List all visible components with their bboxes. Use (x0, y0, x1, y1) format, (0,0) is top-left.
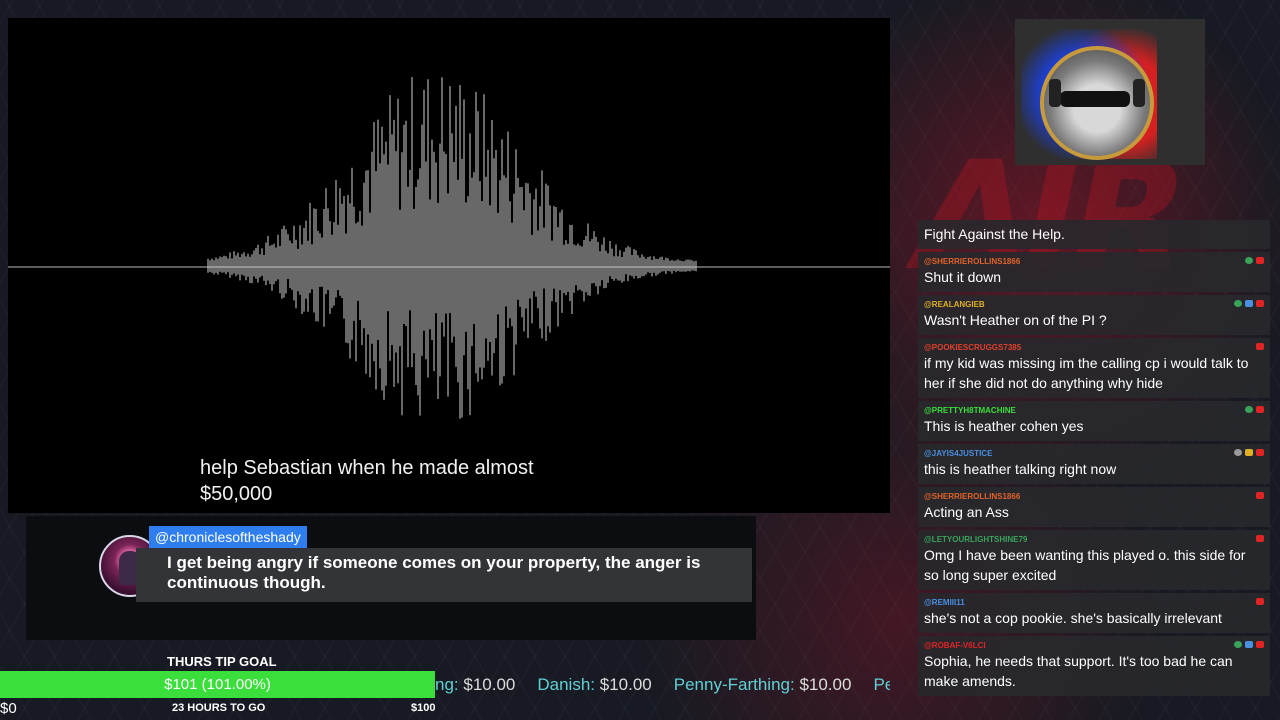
featured-chat-username: @chroniclesoftheshady (149, 526, 307, 548)
chat-text: Omg I have been wanting this played o. t… (924, 547, 1246, 583)
featured-chat-message: I get being angry if someone comes on yo… (167, 553, 701, 592)
chat-message: @PRETTYH8TMACHINE This is heather cohen y… (918, 401, 1270, 441)
chat-badges (1256, 598, 1264, 605)
youtube-icon (1256, 449, 1264, 456)
ticker-item: Penny-Farthing: $10.00 (674, 673, 852, 697)
eye-icon (1245, 257, 1253, 264)
ticker-donation-amount: $10.00 (799, 675, 852, 694)
tip-goal-time-left: 23 HOURS TO GO (172, 702, 266, 714)
ticker-item: Danish: $10.00 (537, 673, 651, 697)
youtube-icon (1256, 406, 1264, 413)
chat-text: This is heather cohen yes (924, 418, 1084, 434)
eye-icon (1234, 641, 1242, 648)
chat-message: Fight Against the Help. (918, 220, 1270, 249)
chat-username[interactable]: @JAYIS4JUSTICE (924, 448, 1264, 459)
chat-username[interactable]: @SHERRIEROLLINS1866 (924, 491, 1264, 502)
chat-text: she's not a cop pookie. she's basically … (924, 610, 1222, 626)
chat-username[interactable]: @LETYOURLIGHTSHINE79 (924, 534, 1264, 545)
chat-username[interactable]: @REMIII11 (924, 597, 1264, 608)
youtube-icon (1256, 535, 1264, 542)
chat-text: Acting an Ass (924, 504, 1009, 520)
chat-text: if my kid was missing im the calling cp … (924, 355, 1249, 391)
chat-message: @ROBAF-V6LCI Sophia, he needs that suppor… (918, 636, 1270, 696)
ticker-item: Pei (873, 673, 890, 697)
youtube-icon (1256, 492, 1264, 499)
video-panel: help Sebastian when he made almost $50,0… (8, 18, 890, 513)
featured-chat-card: @chroniclesoftheshady I get being angry … (26, 516, 756, 640)
chat-message: @JAYIS4JUSTICE this is heather talking ri… (918, 444, 1270, 484)
ticker-donor-name: Penny-Farthing: (673, 675, 795, 694)
ticker-donor-name: ng: (435, 675, 459, 694)
audio-waveform (8, 77, 890, 419)
featured-chat-message-box: I get being angry if someone comes on yo… (136, 548, 752, 602)
ticker-donation-amount: $10.00 (599, 675, 652, 694)
sunglasses-art (1060, 91, 1130, 107)
tip-goal-max: $100 (411, 702, 436, 714)
chat-message: @REMIII11 she's not a cop pookie. she's b… (918, 593, 1270, 633)
youtube-icon (1256, 641, 1264, 648)
donation-ticker: ng: $10.00 Danish: $10.00 Penny-Farthing: … (435, 673, 890, 697)
chat-username[interactable]: @SHERRIEROLLINS1866 (924, 256, 1264, 267)
chat-username[interactable]: @PRETTYH8TMACHINE (924, 405, 1264, 416)
check-icon (1234, 449, 1242, 456)
headphones-icon (1133, 79, 1145, 107)
wrench-icon (1245, 300, 1253, 307)
eye-icon (1234, 300, 1242, 307)
chat-text: Shut it down (924, 269, 1002, 285)
tip-goal-progress-bar: $101 (101.00%) (0, 671, 435, 698)
chat-username[interactable]: @REALANGIEB (924, 299, 1264, 310)
caption-line-1: help Sebastian when he made almost (200, 457, 534, 479)
youtube-icon (1256, 343, 1264, 350)
youtube-icon (1256, 598, 1264, 605)
chat-badges (1256, 492, 1264, 499)
chat-message: @LETYOURLIGHTSHINE79 Omg I have been want… (918, 530, 1270, 590)
youtube-icon (1256, 300, 1264, 307)
chat-username[interactable]: @POOKIESCRUGGS7385 (924, 342, 1264, 353)
chat-badges (1245, 406, 1264, 413)
chat-badges (1245, 257, 1264, 264)
live-chat-list: Fight Against the Help. @SHERRIEROLLINS18… (918, 220, 1270, 699)
chat-badges (1256, 535, 1264, 542)
webcam-overlay (1015, 19, 1205, 165)
wrench-icon (1245, 641, 1253, 648)
tip-goal-title: THURS TIP GOAL (167, 654, 277, 669)
youtube-icon (1256, 257, 1264, 264)
ticker-donor-name: Danish: (537, 675, 596, 694)
chat-text: this is heather talking right now (924, 461, 1117, 477)
tip-goal-min: $0 (0, 700, 17, 717)
chat-text: Sophia, he needs that support. It's too … (924, 653, 1233, 689)
chat-text: Fight Against the Help. (924, 226, 1065, 242)
ticker-donor-name: Pei (873, 675, 890, 694)
chat-badges (1234, 300, 1264, 307)
chat-message: @REALANGIEB Wasn't Heather on of the PI ? (918, 295, 1270, 335)
chat-badges (1256, 343, 1264, 350)
caption-line-2: $50,000 (200, 483, 273, 505)
chat-message: @SHERRIEROLLINS1866 Shut it down (918, 252, 1270, 292)
chat-message: @SHERRIEROLLINS1866 Acting an Ass (918, 487, 1270, 527)
chat-badges (1234, 641, 1264, 648)
chat-username[interactable]: @ROBAF-V6LCI (924, 640, 1264, 651)
chat-badges (1234, 449, 1264, 456)
video-caption: help Sebastian when he made almost $50,0… (200, 455, 800, 507)
crown-icon (1245, 449, 1253, 456)
chat-text: Wasn't Heather on of the PI ? (924, 312, 1107, 328)
ticker-donation-amount: $10.00 (463, 675, 516, 694)
eye-icon (1245, 406, 1253, 413)
headphones-icon (1049, 79, 1061, 107)
ticker-item: ng: $10.00 (435, 673, 515, 697)
chat-message: @POOKIESCRUGGS7385 if my kid was missing … (918, 338, 1270, 398)
